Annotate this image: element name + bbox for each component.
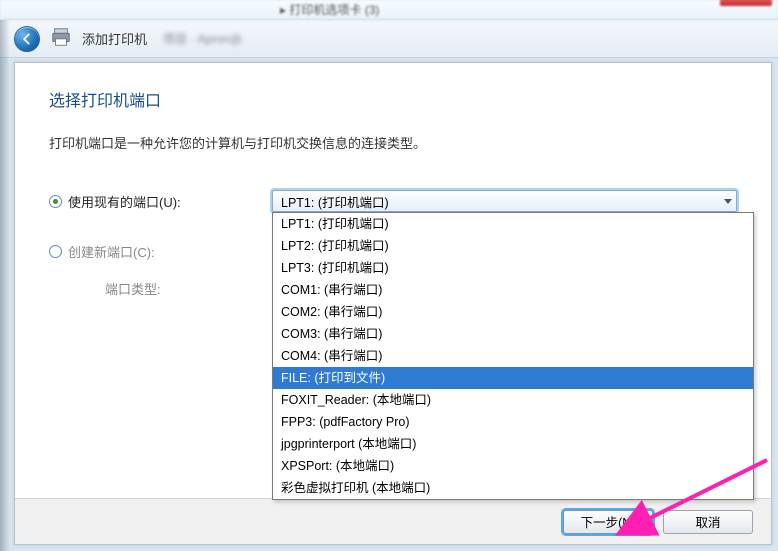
cancel-button-label: 取消 (695, 512, 720, 531)
port-option[interactable]: FPP3: (pdfFactory Pro) (273, 411, 753, 433)
port-dropdown[interactable]: LPT1: (打印机端口) (272, 190, 737, 212)
port-option[interactable]: COM2: (串行端口) (273, 301, 753, 323)
radio-use-existing-label: 使用现有的端口(U): (68, 192, 181, 211)
port-dropdown-list: LPT1: (打印机端口)LPT2: (打印机端口)LPT3: (打印机端口)C… (272, 212, 754, 500)
breadcrumb-text: ▸ 打印机选项卡 (3) (280, 1, 379, 18)
breadcrumb-bar: ▸ 打印机选项卡 (3) (0, 0, 778, 20)
port-option[interactable]: LPT2: (打印机端口) (273, 235, 753, 257)
chevron-down-icon (724, 199, 732, 204)
wizard-title: 添加打印机 (82, 29, 147, 48)
shadow-decoration (0, 20, 10, 551)
port-option[interactable]: FILE: (打印到文件) (273, 367, 753, 389)
radio-create-new-port[interactable]: 创建新端口(C): (49, 242, 281, 261)
radio-use-existing-port[interactable]: 使用现有的端口(U): (49, 192, 272, 211)
port-option[interactable]: FOXIT_Reader: (本地端口) (273, 389, 753, 411)
port-option[interactable]: 彩色虚拟打印机 (本地端口) (273, 477, 753, 499)
printer-icon (50, 26, 72, 51)
radio-icon (49, 245, 62, 258)
port-option[interactable]: LPT3: (打印机端口) (273, 257, 753, 279)
next-button-label: 下一步(N) (581, 512, 636, 531)
port-option[interactable]: COM4: (串行端口) (273, 345, 753, 367)
back-button[interactable] (14, 26, 40, 52)
wizard-footer: 下一步(N) 取消 (15, 498, 771, 544)
close-window-button[interactable] (720, 0, 772, 6)
arrow-left-icon (20, 32, 34, 46)
port-type-label: 端口类型: (105, 279, 161, 298)
page-subtext: 打印机端口是一种允许您的计算机与打印机交换信息的连接类型。 (49, 133, 737, 152)
wizard-header: 添加打印机 项目 · Apron@ (0, 20, 778, 58)
cancel-button[interactable]: 取消 (663, 510, 753, 534)
port-option[interactable]: jpgprinterport (本地端口) (273, 433, 753, 455)
port-option[interactable]: COM3: (串行端口) (273, 323, 753, 345)
wizard-title-blur: 项目 · Apron@ (163, 30, 242, 47)
page-heading: 选择打印机端口 (49, 87, 737, 111)
port-type-row: 端口类型: (49, 279, 281, 298)
port-option[interactable]: COM1: (串行端口) (273, 279, 753, 301)
port-option[interactable]: XPSPort: (本地端口) (273, 455, 753, 477)
radio-create-new-label: 创建新端口(C): (68, 242, 155, 261)
radio-icon (49, 195, 62, 208)
wizard-panel: 选择打印机端口 打印机端口是一种允许您的计算机与打印机交换信息的连接类型。 使用… (14, 62, 772, 545)
next-button[interactable]: 下一步(N) (563, 510, 653, 534)
port-dropdown-selected: LPT1: (打印机端口) (281, 192, 389, 211)
port-option[interactable]: LPT1: (打印机端口) (273, 213, 753, 235)
